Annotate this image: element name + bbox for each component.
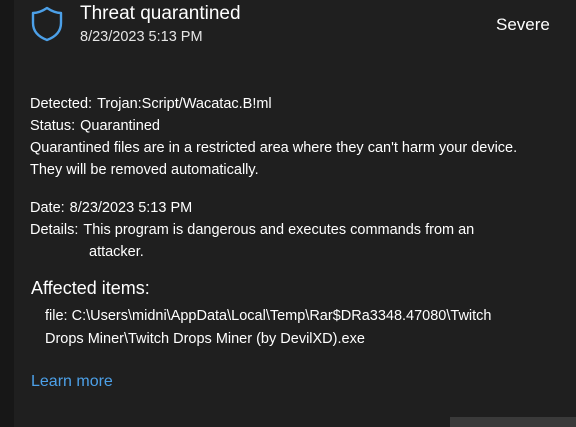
status-row: Status: Quarantined: [30, 115, 517, 137]
severity-label: Severe: [496, 15, 550, 34]
details-label: Details:: [30, 222, 79, 238]
status-label: Status:: [30, 118, 76, 134]
date-label: Date:: [30, 200, 65, 216]
affected-items-heading: Affected items:: [31, 278, 150, 298]
left-panel-strip: [0, 0, 14, 427]
shield-icon: [31, 6, 63, 42]
detected-label: Detected:: [30, 96, 93, 112]
date-value: 8/23/2023 5:13 PM: [69, 200, 193, 216]
quarantine-note-line1: Quarantined files are in a restricted ar…: [30, 140, 518, 156]
file-path-line2: Drops Miner\Twitch Drops Miner (by Devil…: [45, 331, 365, 347]
detected-value: Trojan:Script/Wacatac.B!ml: [97, 96, 272, 112]
file-path-line1: file: C:\Users\midni\AppData\Local\Temp\…: [45, 308, 492, 324]
detected-row: Detected: Trojan:Script/Wacatac.B!ml: [30, 93, 517, 115]
learn-more-link[interactable]: Learn more: [31, 373, 113, 391]
date-row: Date: 8/23/2023 5:13 PM: [30, 197, 192, 219]
threat-card: Threat quarantined 8/23/2023 5:13 PM Sev…: [14, 0, 576, 427]
quarantine-note-line2: They will be removed automatically.: [30, 162, 259, 178]
threat-title: Threat quarantined: [80, 3, 241, 24]
details-row: Details: This program is dangerous and ex…: [30, 219, 550, 263]
threat-timestamp: 8/23/2023 5:13 PM: [80, 29, 203, 45]
status-value: Quarantined: [80, 118, 160, 134]
affected-file-path: file: C:\Users\midni\AppData\Local\Temp\…: [45, 305, 565, 351]
detection-section: Detected: Trojan:Script/Wacatac.B!ml Stat…: [30, 93, 517, 181]
action-button-edge[interactable]: [450, 417, 576, 427]
details-value-line2: attacker.: [89, 244, 144, 260]
details-value-line1: This program is dangerous and executes c…: [83, 222, 475, 238]
